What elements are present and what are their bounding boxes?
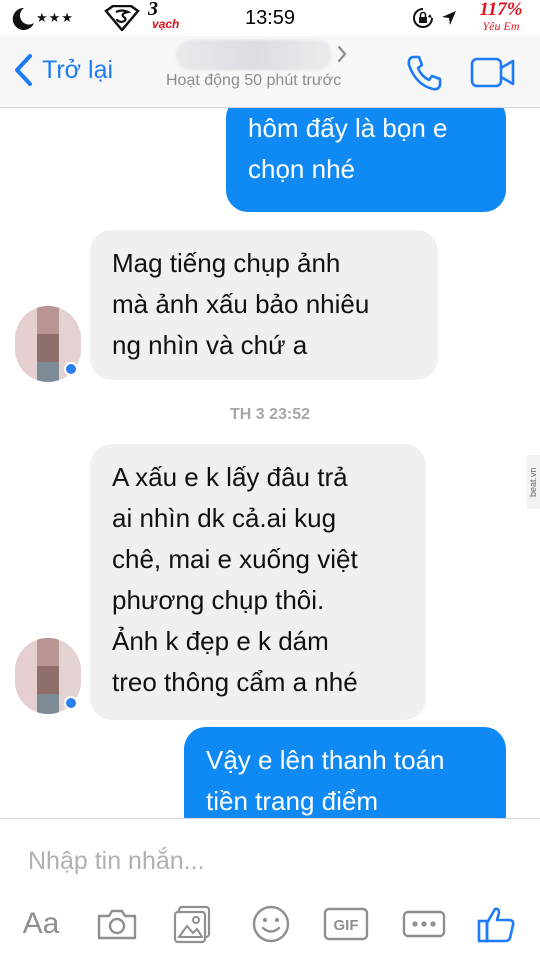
message-line: Mag tiếng chụp ảnh — [112, 248, 341, 278]
message-line: mà ảnh xấu bảo nhiêu — [112, 289, 370, 319]
photo-button[interactable] — [170, 899, 216, 949]
active-status: Hoạt động 50 phút trước — [166, 72, 342, 89]
message-bubble-received[interactable]: Mag tiếng chụp ảnh mà ảnh xấu bảo nhiêu … — [90, 230, 438, 380]
rotation-lock-icon — [412, 0, 434, 36]
smiley-icon — [252, 905, 290, 943]
clock: 13:59 — [244, 6, 296, 29]
online-badge — [64, 362, 78, 376]
more-dots-icon — [402, 910, 446, 938]
chevron-left-icon — [15, 54, 32, 86]
camera-button[interactable] — [94, 899, 140, 949]
message-input[interactable]: Nhập tin nhắn... — [28, 841, 508, 881]
message-line: chê, mai e xuống việt — [112, 544, 358, 574]
status-bar: ★★★ 3 vạch 13:59 117% Yêu Em — [0, 0, 540, 36]
message-line: ai nhìn dk cả.ai kug — [112, 503, 337, 533]
call-button[interactable] — [404, 53, 444, 98]
message-line: ng nhìn và chứ a — [112, 330, 308, 360]
back-label: Trở lại — [42, 55, 114, 84]
text-format-button[interactable]: Aa — [16, 899, 66, 949]
message-line: chọn nhé — [248, 154, 355, 184]
watermark: beat.vn — [527, 455, 540, 509]
sticker-button[interactable] — [248, 899, 294, 949]
gif-label: GIF — [334, 917, 359, 934]
conversation-header: Trở lại Hoạt động 50 phút trước — [0, 36, 540, 108]
more-button[interactable] — [400, 899, 448, 949]
battery-indicator: 117% Yêu Em — [468, 0, 534, 36]
battery-label: Yêu Em — [482, 19, 520, 33]
gif-button[interactable]: GIF — [322, 899, 370, 949]
thumbs-up-icon — [477, 907, 515, 943]
message-bubble-received[interactable]: A xấu e k lấy đâu trả ai nhìn dk cả.ai k… — [90, 444, 426, 720]
gif-icon: GIF — [323, 907, 369, 941]
chevron-right-icon[interactable] — [336, 44, 348, 69]
message-bubble-sent[interactable]: hôm đấy là bọn e chọn nhé — [226, 108, 506, 212]
message-bubble-sent[interactable]: Vậy e lên thanh toán tiền trang điểm — [184, 727, 506, 818]
composer: Nhập tin nhắn... Aa GIF — [0, 818, 540, 960]
online-badge — [64, 696, 78, 710]
message-timestamp: TH 3 23:52 — [229, 406, 311, 423]
message-line: A xấu e k lấy đâu trả — [112, 462, 348, 492]
composer-toolbar: Aa GIF — [0, 899, 540, 949]
message-line: tiền trang điểm — [206, 786, 378, 816]
message-line: Ảnh k đẹp e k dám — [112, 626, 329, 656]
battery-percent: 117% — [479, 0, 523, 20]
photo-gallery-icon — [173, 905, 211, 944]
message-line: phương chụp thôi. — [112, 585, 325, 615]
camera-icon — [97, 909, 137, 940]
back-button[interactable]: Trở lại — [12, 50, 113, 90]
message-line: Vậy e lên thanh toán — [206, 745, 445, 775]
phone-icon — [407, 55, 442, 91]
message-list[interactable]: hôm đấy là bọn e chọn nhé Mag tiếng chụp… — [0, 108, 540, 818]
contact-name-blurred[interactable] — [176, 40, 332, 70]
message-line: treo thông cẩm a nhé — [112, 667, 358, 697]
message-line: hôm đấy là bọn e — [248, 113, 448, 143]
like-button[interactable] — [474, 899, 518, 949]
video-call-button[interactable] — [470, 56, 516, 95]
video-camera-icon — [470, 57, 515, 88]
location-arrow-icon — [440, 0, 458, 36]
